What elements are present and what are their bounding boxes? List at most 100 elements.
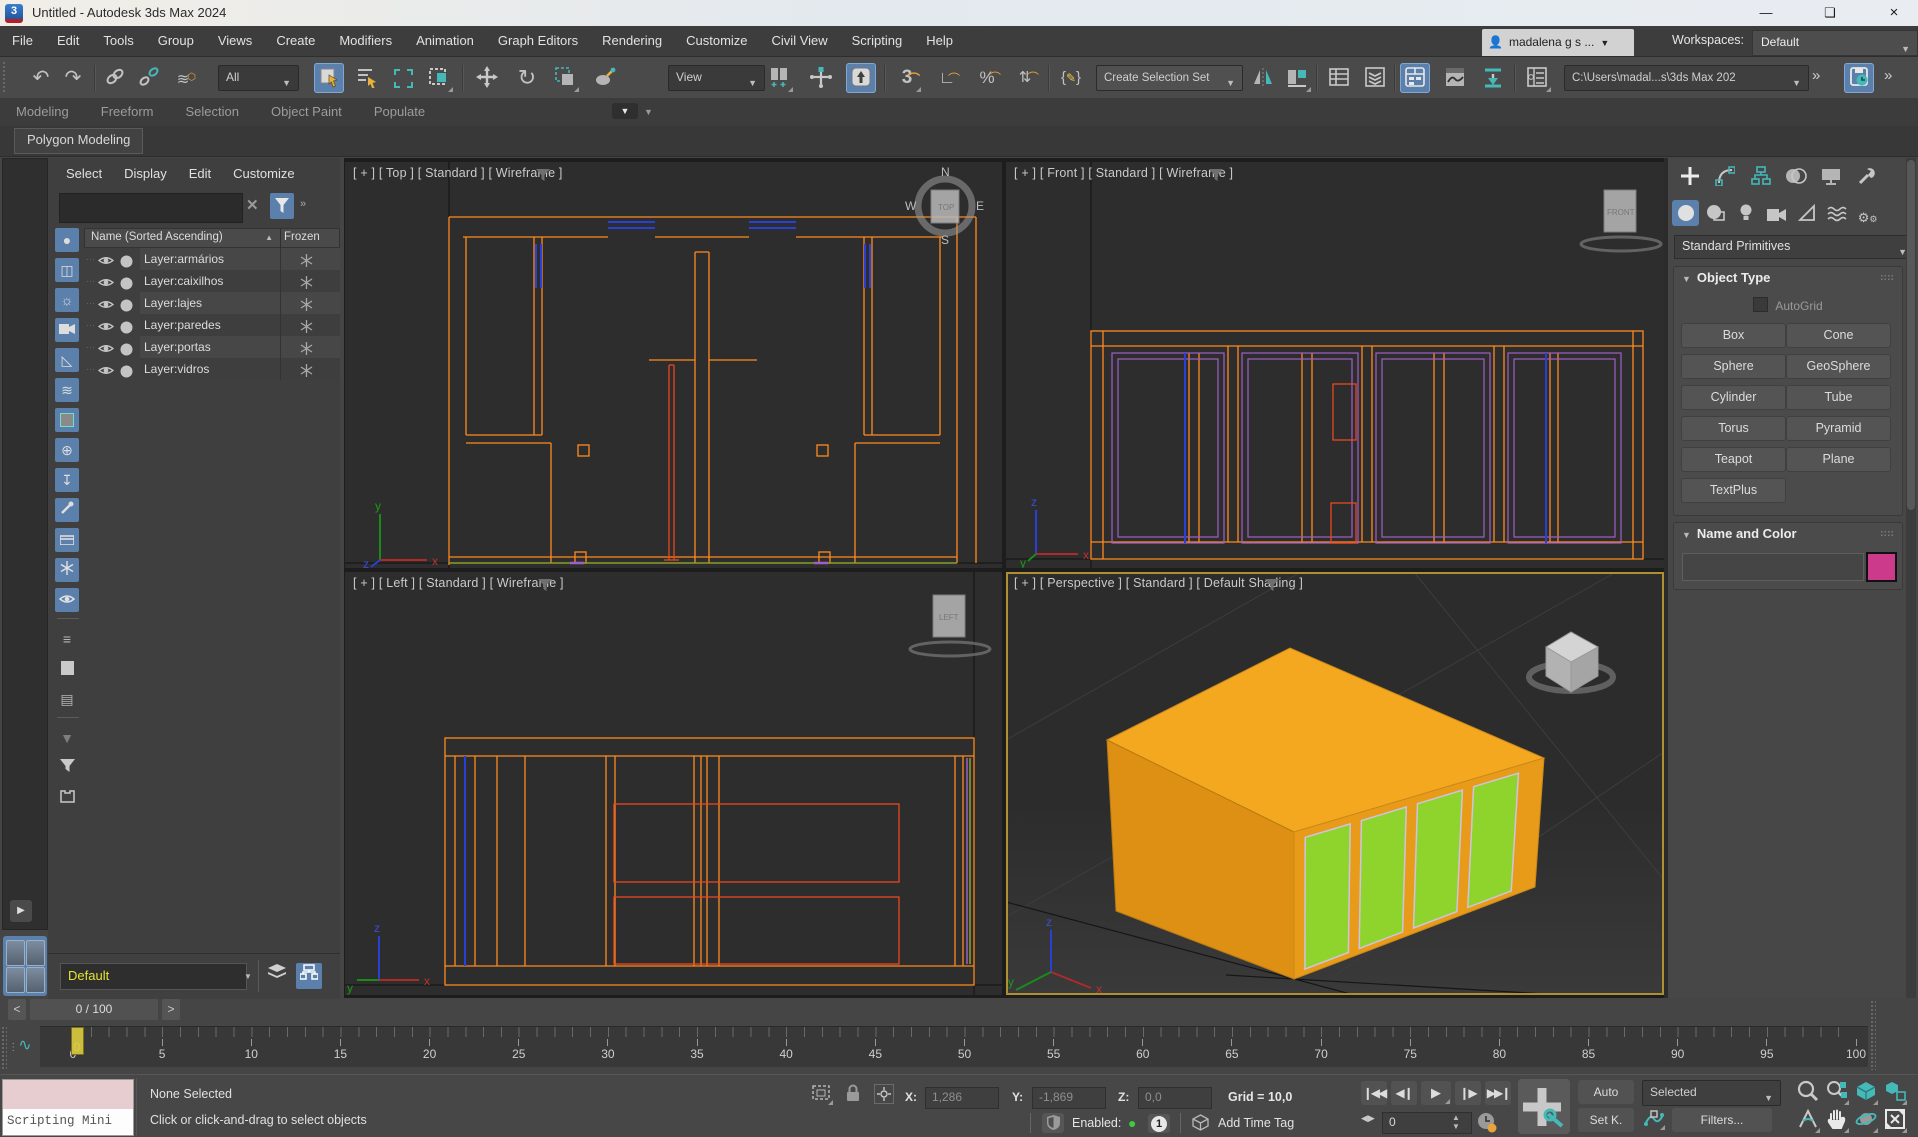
top-viewport-label[interactable]: [ + ] [ Top ] [ Standard ] [ Wireframe ] bbox=[353, 166, 563, 180]
explorer-menu-item[interactable]: Select bbox=[66, 166, 102, 181]
hierarchy-tab[interactable] bbox=[1745, 166, 1777, 189]
mirror-button[interactable] bbox=[1248, 63, 1278, 93]
menu-item[interactable]: Customize bbox=[674, 26, 759, 48]
layer-row[interactable]: ⋯ Layer:caixilhos bbox=[84, 270, 340, 292]
layer-row[interactable]: ⋯ Layer:portas bbox=[84, 336, 340, 358]
display-containers-icon[interactable] bbox=[55, 528, 79, 552]
top-viewport[interactable]: y x z [ + ] [ Top ] [ Standard ] [ Wiref… bbox=[345, 162, 1002, 568]
viewcube-compass[interactable]: TOP N W E S bbox=[905, 164, 985, 247]
ribbon-tab[interactable]: Freeform bbox=[85, 98, 170, 119]
display-hidden-icon[interactable] bbox=[55, 588, 79, 612]
previous-frame-playback-button[interactable]: ◀❙ bbox=[1391, 1081, 1417, 1105]
redo-button[interactable]: ↷ bbox=[58, 63, 88, 93]
layer-row[interactable]: ⋯ Layer:vidros bbox=[84, 358, 340, 380]
select-and-place-button[interactable] bbox=[590, 63, 620, 93]
perspective-viewport[interactable]: z x y [ + ] [ Perspective ] [ Standard ]… bbox=[1006, 572, 1664, 995]
systems-category-icon[interactable]: ⚙⚙ bbox=[1854, 205, 1881, 231]
select-object-button[interactable] bbox=[314, 63, 344, 93]
autogrid-checkbox[interactable] bbox=[1753, 297, 1769, 312]
menu-item[interactable]: Group bbox=[146, 26, 206, 48]
primitive-button[interactable]: GeoSphere bbox=[1786, 354, 1891, 379]
modify-tab[interactable] bbox=[1709, 166, 1741, 189]
minimize-button[interactable]: — bbox=[1744, 0, 1788, 26]
layer-color-dot-icon[interactable] bbox=[120, 363, 133, 385]
menu-item[interactable]: File bbox=[0, 26, 45, 48]
display-cameras-icon[interactable] bbox=[55, 318, 79, 342]
time-tag-cube-icon[interactable] bbox=[1192, 1114, 1209, 1134]
zoom-extents-all-icon[interactable] bbox=[1882, 1080, 1908, 1106]
motion-tab[interactable] bbox=[1780, 166, 1812, 189]
scene-explorer-list-button[interactable] bbox=[1360, 63, 1390, 93]
maximize-viewport-toggle-icon[interactable] bbox=[1882, 1108, 1908, 1134]
menu-item[interactable]: Modifiers bbox=[327, 26, 404, 48]
quick-access-overflow-button[interactable]: » bbox=[1884, 67, 1892, 84]
hierarchy-view-icon[interactable] bbox=[296, 963, 322, 989]
unlink-selection-icon[interactable] bbox=[134, 63, 164, 93]
go-to-end-button[interactable]: ▶▶❙ bbox=[1485, 1081, 1511, 1105]
display-geometry-icon[interactable]: ● bbox=[55, 228, 79, 252]
frozen-toggle-icon[interactable] bbox=[300, 362, 313, 384]
selection-lock-icon[interactable] bbox=[845, 1084, 861, 1106]
primitive-button[interactable]: Plane bbox=[1786, 447, 1891, 472]
display-shapes-icon[interactable]: ◫ bbox=[55, 258, 79, 282]
select-and-manipulate-cross-icon[interactable] bbox=[806, 63, 836, 93]
polygon-modeling-panel-button[interactable]: Polygon Modeling bbox=[14, 128, 144, 154]
primitive-button[interactable]: Pyramid bbox=[1786, 416, 1891, 441]
menu-item[interactable]: Rendering bbox=[590, 26, 674, 48]
spinner-snap-toggle[interactable]: ⇅ ⌒ bbox=[1010, 63, 1040, 93]
primitive-button[interactable]: Cone bbox=[1786, 323, 1891, 348]
lights-category-icon[interactable] bbox=[1733, 201, 1760, 227]
layer-stack-icon[interactable] bbox=[264, 963, 290, 989]
align-button[interactable] bbox=[1282, 63, 1312, 93]
viewport-layout-tab[interactable] bbox=[3, 936, 47, 996]
layout-preset-field[interactable]: Default bbox=[60, 963, 247, 990]
helpers-category-icon[interactable] bbox=[1793, 200, 1820, 226]
key-mode-toggle[interactable]: ◀▶ bbox=[1361, 1113, 1375, 1124]
perspective-viewport-label[interactable]: [ + ] [ Perspective ] [ Standard ] [ Def… bbox=[1014, 576, 1303, 590]
ribbon-minimize-icon[interactable]: ▼ bbox=[612, 103, 638, 119]
name-column-header[interactable]: Name (Sorted Ascending) bbox=[85, 231, 223, 243]
menu-item[interactable]: Tools bbox=[91, 26, 145, 48]
create-tab[interactable] bbox=[1674, 166, 1706, 189]
explorer-search-input[interactable] bbox=[59, 193, 243, 223]
filter-config-icon[interactable]: ▼ bbox=[55, 726, 79, 750]
layer-row[interactable]: ⋯ Layer:paredes bbox=[84, 314, 340, 336]
window-crossing-toggle[interactable] bbox=[424, 63, 454, 93]
chevron-down-icon[interactable]: ▼ bbox=[644, 107, 653, 117]
front-viewport-label[interactable]: [ + ] [ Front ] [ Standard ] [ Wireframe… bbox=[1014, 166, 1233, 180]
project-folder-dropdown[interactable]: C:\Users\madal...s\3ds Max 202 ▼ bbox=[1564, 65, 1809, 91]
auto-key-button[interactable]: Auto bbox=[1578, 1080, 1634, 1104]
go-to-start-button[interactable]: ❙◀◀ bbox=[1361, 1081, 1387, 1105]
adaptive-degradation-button[interactable]: 1 bbox=[1148, 1114, 1170, 1133]
viewport-filter-funnel-icon[interactable] bbox=[537, 578, 553, 592]
autosave-button[interactable] bbox=[1844, 63, 1874, 93]
frame-range-display[interactable]: 0 / 100 bbox=[30, 999, 158, 1020]
object-type-rollout-header[interactable]: ▼ Object Type bbox=[1674, 267, 1902, 289]
toggle-scene-explorer-button[interactable] bbox=[1400, 63, 1430, 93]
angle-snap-toggle[interactable]: ∟ ⌒ bbox=[932, 63, 962, 93]
menu-item[interactable]: Help bbox=[914, 26, 965, 48]
close-button[interactable]: × bbox=[1872, 0, 1916, 26]
select-and-scale-button[interactable] bbox=[550, 63, 580, 93]
percent-snap-toggle[interactable]: % ⌒ bbox=[972, 63, 1002, 93]
visibility-eye-icon[interactable] bbox=[97, 362, 115, 384]
render-setup-button[interactable] bbox=[1522, 63, 1552, 93]
scripting-mini-listener[interactable]: Scripting Mini bbox=[2, 1109, 134, 1136]
viewcube-left[interactable]: LEFT bbox=[905, 587, 995, 665]
explorer-menu-item[interactable]: Display bbox=[124, 166, 167, 181]
left-viewport-label[interactable]: [ + ] [ Left ] [ Standard ] [ Wireframe … bbox=[353, 576, 564, 590]
front-viewport[interactable]: z x y [ + ] [ Front ] [ Standard ] [ Wir… bbox=[1006, 162, 1664, 568]
select-and-move-button[interactable] bbox=[472, 63, 502, 93]
set-keys-button[interactable] bbox=[1518, 1079, 1570, 1134]
bind-to-space-warp-icon[interactable]: ≋ ⬡ bbox=[168, 63, 198, 93]
primitive-button[interactable]: Torus bbox=[1681, 416, 1786, 441]
object-color-swatch[interactable] bbox=[1866, 552, 1897, 582]
select-and-link-icon[interactable] bbox=[100, 63, 130, 93]
primitive-button[interactable]: Tube bbox=[1786, 385, 1891, 410]
menu-item[interactable]: Graph Editors bbox=[486, 26, 590, 48]
ribbon-tab[interactable]: Populate bbox=[358, 98, 441, 119]
display-helpers-icon[interactable]: ◺ bbox=[55, 348, 79, 372]
primitive-button[interactable]: Box bbox=[1681, 323, 1786, 348]
menu-item[interactable]: Animation bbox=[404, 26, 486, 48]
select-and-rotate-button[interactable]: ↻ bbox=[512, 63, 542, 93]
